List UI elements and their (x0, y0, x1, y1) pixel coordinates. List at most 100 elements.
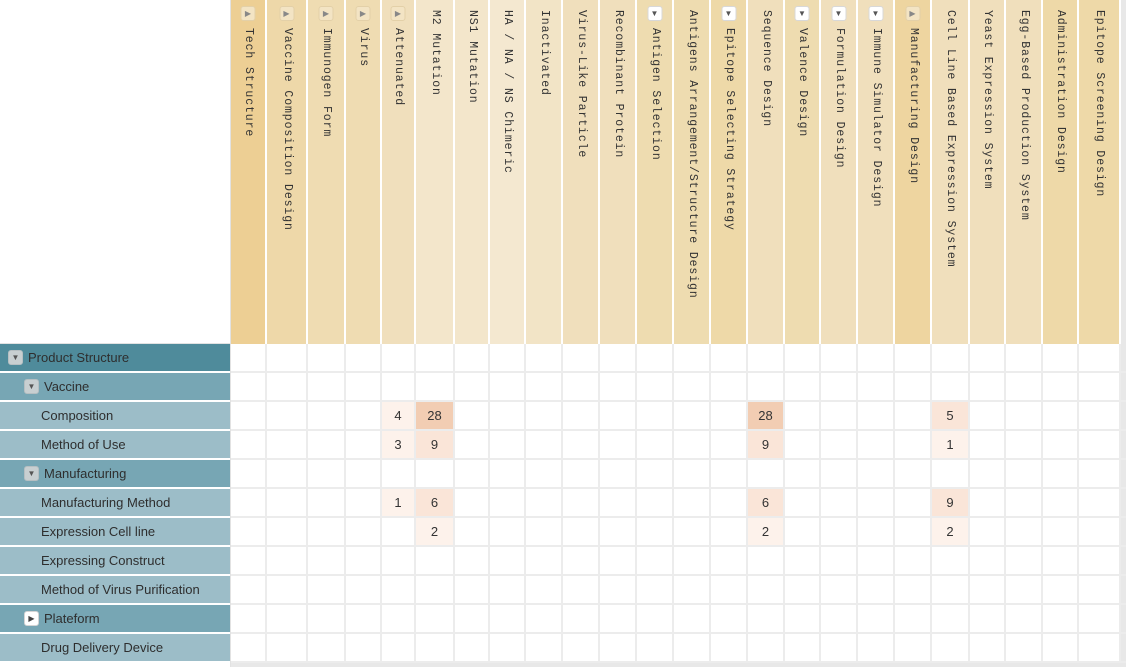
matrix-cell-empty[interactable] (600, 576, 637, 603)
matrix-cell-empty[interactable] (563, 518, 600, 545)
matrix-cell-empty[interactable] (455, 634, 490, 661)
matrix-cell-empty[interactable] (785, 634, 821, 661)
matrix-cell-empty[interactable] (970, 373, 1006, 400)
matrix-cell-empty[interactable] (821, 489, 858, 516)
matrix-cell-empty[interactable] (821, 576, 858, 603)
matrix-cell-empty[interactable] (785, 373, 821, 400)
matrix-cell-empty[interactable] (308, 547, 346, 574)
matrix-cell-empty[interactable] (526, 605, 563, 632)
matrix-cell-empty[interactable] (748, 373, 785, 400)
matrix-cell-empty[interactable] (821, 634, 858, 661)
chevron-right-icon[interactable]: ▶ (240, 6, 256, 21)
matrix-cell-empty[interactable] (674, 547, 711, 574)
matrix-cell-empty[interactable] (1006, 576, 1043, 603)
column-header[interactable]: Epitope Screening Design (1079, 0, 1121, 344)
matrix-cell-empty[interactable] (346, 344, 382, 371)
column-header[interactable]: ▶ Vaccine Composition Design (267, 0, 308, 344)
column-header[interactable]: M2 Mutation (416, 0, 455, 344)
matrix-cell-empty[interactable] (267, 634, 308, 661)
matrix-cell-empty[interactable] (490, 547, 526, 574)
row-label[interactable]: Expression Cell line (0, 518, 230, 547)
matrix-cell-empty[interactable] (346, 402, 382, 429)
matrix-cell-empty[interactable] (455, 605, 490, 632)
matrix-cell-empty[interactable] (526, 576, 563, 603)
matrix-cell-empty[interactable] (267, 605, 308, 632)
matrix-cell-empty[interactable] (600, 373, 637, 400)
matrix-cell-empty[interactable] (308, 518, 346, 545)
matrix-cell-empty[interactable] (674, 373, 711, 400)
matrix-cell-empty[interactable] (970, 489, 1006, 516)
matrix-cell-empty[interactable] (932, 576, 970, 603)
matrix-cell-empty[interactable] (490, 576, 526, 603)
matrix-cell-empty[interactable] (416, 373, 455, 400)
matrix-cell-empty[interactable] (563, 344, 600, 371)
matrix-cell-empty[interactable] (490, 344, 526, 371)
matrix-cell-empty[interactable] (674, 344, 711, 371)
matrix-cell-empty[interactable] (637, 344, 674, 371)
matrix-cell-empty[interactable] (1006, 489, 1043, 516)
matrix-cell-empty[interactable] (600, 634, 637, 661)
matrix-cell-empty[interactable] (895, 518, 932, 545)
matrix-cell-empty[interactable] (895, 634, 932, 661)
column-header[interactable]: Administration Design (1043, 0, 1079, 344)
matrix-cell-empty[interactable] (267, 576, 308, 603)
matrix-cell-empty[interactable] (895, 489, 932, 516)
matrix-cell-empty[interactable] (970, 547, 1006, 574)
row-label[interactable]: Method of Use (0, 431, 230, 460)
matrix-cell-empty[interactable] (674, 431, 711, 458)
matrix-cell-value[interactable]: 28 (748, 402, 785, 429)
matrix-cell-value[interactable]: 2 (748, 518, 785, 545)
matrix-cell-empty[interactable] (563, 576, 600, 603)
matrix-cell-empty[interactable] (1079, 634, 1121, 661)
chevron-down-icon[interactable]: ▼ (647, 6, 662, 21)
matrix-cell-empty[interactable] (600, 431, 637, 458)
chevron-down-icon[interactable]: ▼ (794, 6, 810, 21)
matrix-cell-empty[interactable] (637, 489, 674, 516)
matrix-cell-empty[interactable] (600, 460, 637, 487)
matrix-cell-empty[interactable] (785, 518, 821, 545)
column-header[interactable]: NS1 Mutation (455, 0, 490, 344)
matrix-cell-empty[interactable] (858, 402, 895, 429)
matrix-cell-empty[interactable] (267, 460, 308, 487)
matrix-cell-empty[interactable] (231, 547, 267, 574)
matrix-cell-empty[interactable] (711, 576, 748, 603)
matrix-cell-empty[interactable] (785, 460, 821, 487)
matrix-cell-empty[interactable] (455, 518, 490, 545)
column-header[interactable]: ▼ Valence Design (785, 0, 821, 344)
matrix-cell-empty[interactable] (711, 489, 748, 516)
row-label[interactable]: Drug Delivery Device (0, 634, 230, 663)
matrix-cell-empty[interactable] (748, 576, 785, 603)
matrix-cell-empty[interactable] (748, 605, 785, 632)
matrix-cell-empty[interactable] (416, 344, 455, 371)
chevron-down-icon[interactable]: ▼ (8, 350, 23, 365)
matrix-cell-value[interactable]: 9 (932, 489, 970, 516)
matrix-cell-empty[interactable] (563, 489, 600, 516)
matrix-cell-empty[interactable] (674, 402, 711, 429)
matrix-cell-empty[interactable] (490, 605, 526, 632)
matrix-cell-empty[interactable] (1079, 518, 1121, 545)
matrix-cell-empty[interactable] (895, 402, 932, 429)
matrix-cell-value[interactable]: 9 (416, 431, 455, 458)
matrix-cell-empty[interactable] (455, 402, 490, 429)
matrix-cell-empty[interactable] (308, 344, 346, 371)
matrix-cell-empty[interactable] (490, 373, 526, 400)
matrix-cell-empty[interactable] (600, 547, 637, 574)
matrix-cell-empty[interactable] (711, 373, 748, 400)
matrix-cell-empty[interactable] (267, 402, 308, 429)
matrix-cell-empty[interactable] (1079, 547, 1121, 574)
matrix-cell-empty[interactable] (267, 344, 308, 371)
matrix-cell-empty[interactable] (858, 576, 895, 603)
matrix-cell-empty[interactable] (1043, 605, 1079, 632)
chevron-down-icon[interactable]: ▼ (24, 379, 39, 394)
matrix-cell-empty[interactable] (748, 344, 785, 371)
matrix-cell-empty[interactable] (785, 547, 821, 574)
matrix-cell-empty[interactable] (1006, 431, 1043, 458)
matrix-cell-empty[interactable] (526, 402, 563, 429)
matrix-cell-empty[interactable] (637, 431, 674, 458)
matrix-cell-empty[interactable] (711, 634, 748, 661)
matrix-cell-empty[interactable] (637, 634, 674, 661)
matrix-cell-empty[interactable] (526, 431, 563, 458)
chevron-down-icon[interactable]: ▼ (24, 466, 39, 481)
matrix-cell-empty[interactable] (382, 518, 416, 545)
matrix-cell-empty[interactable] (674, 460, 711, 487)
